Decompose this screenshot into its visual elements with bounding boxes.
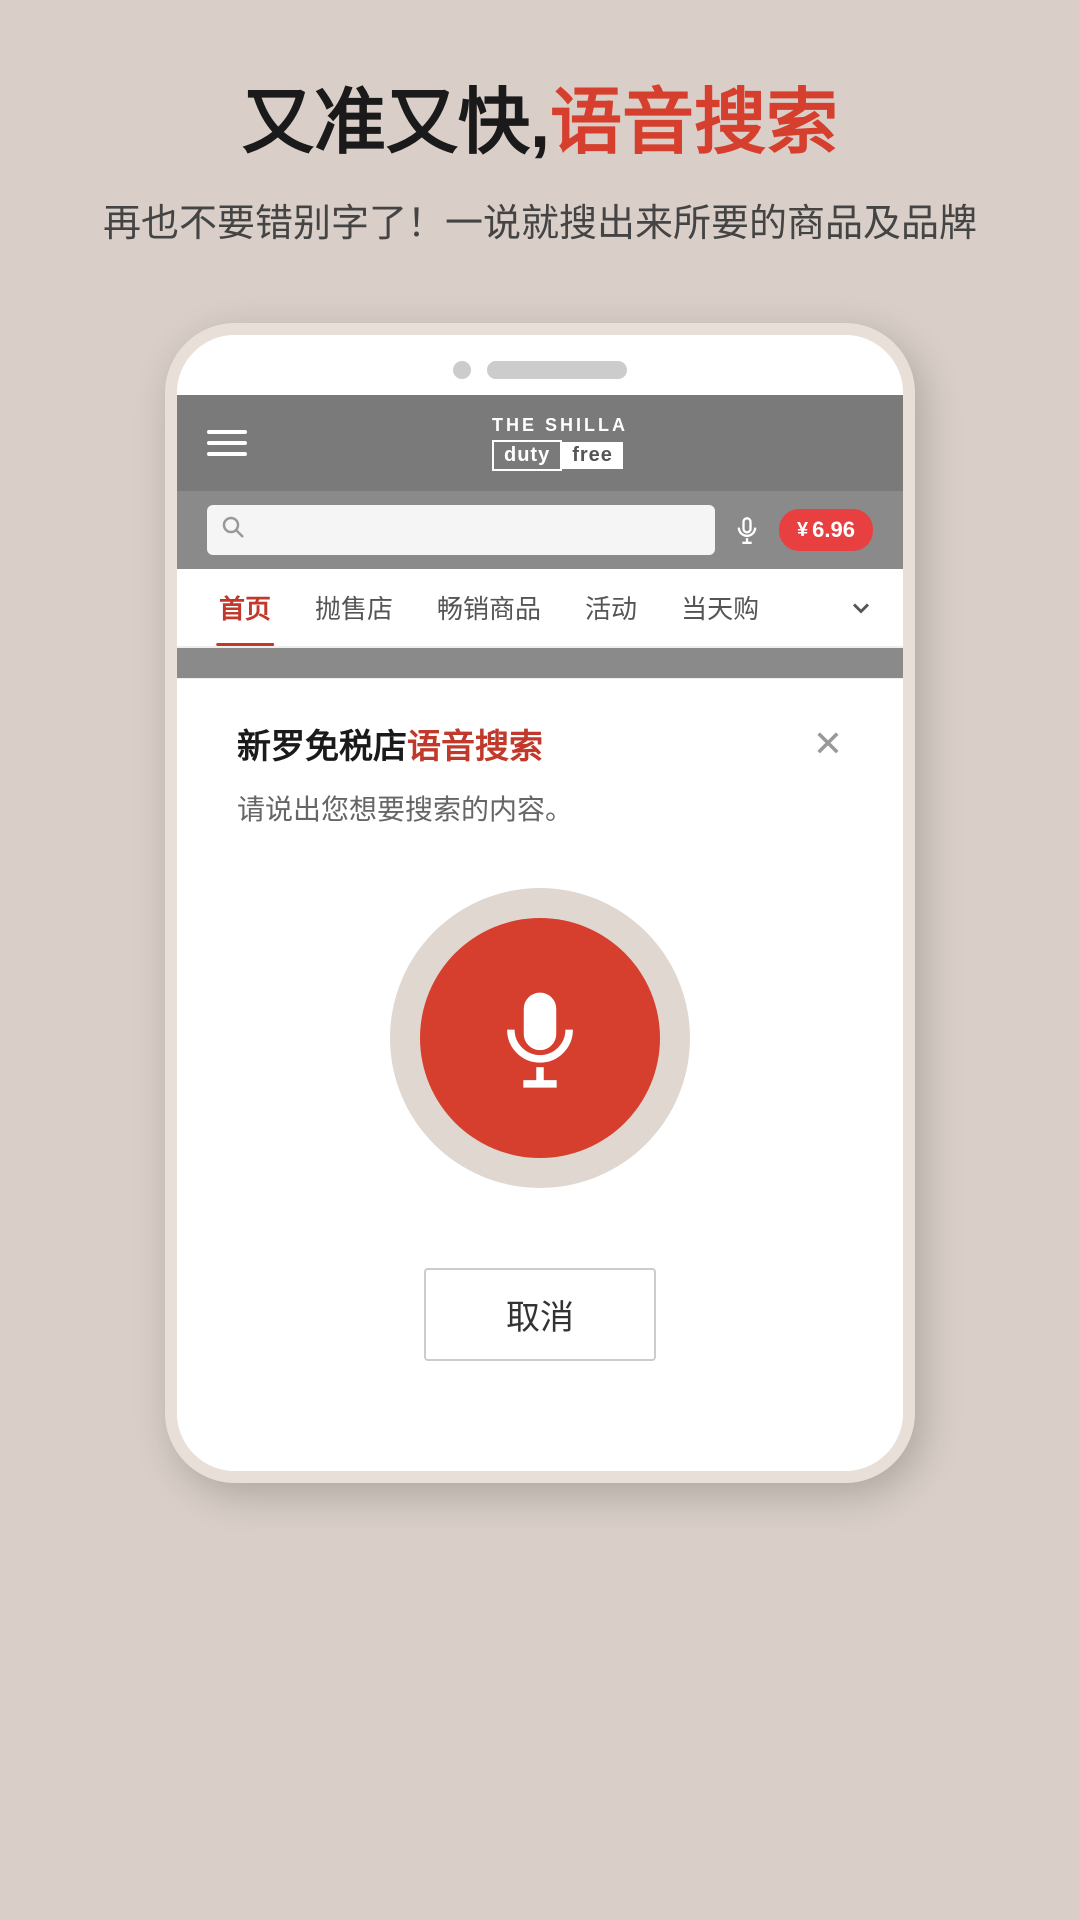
page-header: 又准又快,语音搜索 再也不要错别字了！一说就搜出来所要的商品及品牌 <box>43 0 1037 293</box>
banner-area <box>177 648 903 678</box>
headline: 又准又快,语音搜索 <box>103 80 977 166</box>
the-shilla-text: The Shilla <box>492 415 628 435</box>
hamburger-line-2 <box>207 441 247 445</box>
points-badge: ¥ 6.96 <box>779 509 873 551</box>
nav-tab-events[interactable]: 活动 <box>563 569 659 646</box>
app-screen: The Shilla duty free <box>177 395 903 1421</box>
nav-tab-bestseller[interactable]: 畅销商品 <box>415 569 563 646</box>
nav-tab-outlet[interactable]: 抛售店 <box>293 569 415 646</box>
cancel-button-area: 取消 <box>237 1248 843 1361</box>
phone-top-bar <box>177 335 903 395</box>
modal-title: 新罗免税店语音搜索 <box>237 719 543 768</box>
mic-button[interactable] <box>420 918 660 1158</box>
subtitle: 再也不要错别字了！一说就搜出来所要的商品及品牌 <box>103 196 977 253</box>
hamburger-line-3 <box>207 452 247 456</box>
close-modal-button[interactable]: ✕ <box>813 726 843 762</box>
headline-accent: 语音搜索 <box>550 83 838 163</box>
phone-bottom-bar <box>177 1421 903 1471</box>
nav-dropdown-button[interactable] <box>839 586 883 630</box>
hamburger-menu-button[interactable] <box>207 430 247 456</box>
free-label: free <box>562 442 623 469</box>
nav-tab-home[interactable]: 首页 <box>197 569 293 646</box>
yuan-symbol: ¥ <box>797 519 808 542</box>
nav-tab-today[interactable]: 当天购 <box>659 569 781 646</box>
hamburger-line-1 <box>207 430 247 434</box>
mic-outer-ring <box>390 888 690 1188</box>
phone-mockup: The Shilla duty free <box>165 323 915 1483</box>
brand-logo: The Shilla duty free <box>492 415 628 471</box>
search-icon <box>221 515 245 546</box>
mic-search-button[interactable] <box>725 508 769 552</box>
app-header: The Shilla duty free <box>177 395 903 491</box>
mic-icon-large <box>490 988 590 1088</box>
modal-title-part1: 新罗免税店 <box>237 728 407 766</box>
nav-tabs: 首页 抛售店 畅销商品 活动 当天购 <box>177 569 903 648</box>
voice-search-modal: 新罗免税店语音搜索 ✕ 请说出您想要搜索的内容。 <box>177 678 903 1421</box>
modal-subtitle: 请说出您想要搜索的内容。 <box>237 788 843 828</box>
brand-duty-free: duty free <box>492 440 628 471</box>
cancel-button[interactable]: 取消 <box>424 1268 656 1361</box>
duty-label: duty <box>492 440 562 471</box>
headline-part1: 又准又快, <box>242 83 550 163</box>
search-bar: ¥ 6.96 <box>177 491 903 569</box>
modal-header: 新罗免税店语音搜索 ✕ <box>237 719 843 768</box>
phone-camera <box>453 361 471 379</box>
brand-name: The Shilla <box>492 415 628 436</box>
phone-frame: The Shilla duty free <box>165 323 915 1483</box>
search-input-area[interactable] <box>207 505 715 555</box>
modal-title-accent: 语音搜索 <box>407 728 543 766</box>
phone-speaker <box>487 361 627 379</box>
points-value: 6.96 <box>812 517 855 543</box>
